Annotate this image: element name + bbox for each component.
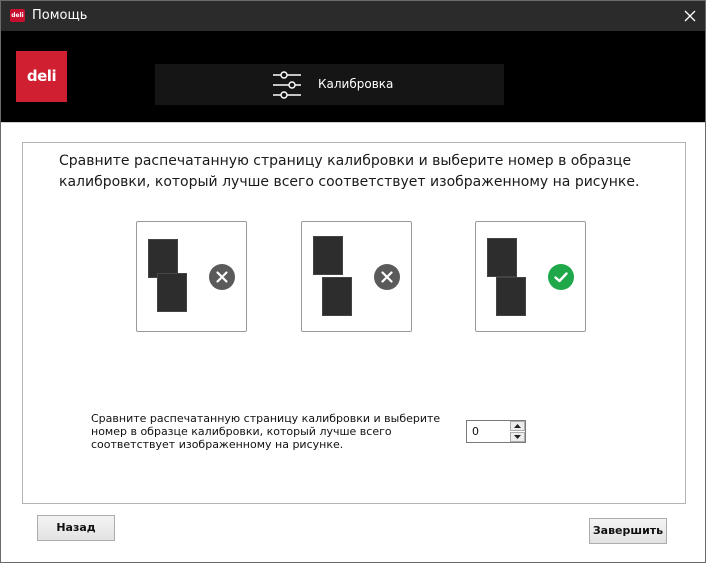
calibration-number-stepper[interactable]: 0	[466, 420, 526, 443]
header-bar: deli Калибровка	[1, 31, 705, 123]
stepper-value[interactable]: 0	[472, 421, 479, 442]
stepper-up-button[interactable]	[510, 421, 525, 431]
sample-block-top	[487, 238, 517, 277]
back-button[interactable]: Назад	[37, 515, 115, 541]
x-circle-icon	[374, 264, 400, 290]
sample-block-bottom	[322, 277, 352, 316]
x-circle-icon	[209, 264, 235, 290]
arrow-up-icon	[514, 424, 521, 428]
sample-block-top	[313, 236, 343, 275]
tab-label: Калибровка	[318, 77, 394, 91]
stepper-down-button[interactable]	[510, 432, 525, 442]
arrow-down-icon	[514, 435, 521, 439]
finish-button[interactable]: Завершить	[589, 518, 667, 544]
calibration-sample-2	[301, 221, 412, 332]
deli-logo: deli	[16, 51, 67, 102]
check-circle-icon	[548, 264, 574, 290]
window-title: Помощь	[32, 8, 88, 23]
calibration-panel: Сравните распечатанную страницу калибров…	[22, 142, 686, 504]
close-icon	[684, 10, 696, 22]
close-button[interactable]	[675, 1, 705, 31]
deli-app-icon: deli	[10, 9, 25, 22]
calibration-sample-1	[136, 221, 247, 332]
calibration-number-label: Сравните распечатанную страницу калибров…	[91, 412, 441, 451]
tab-calibration[interactable]: Калибровка	[155, 64, 504, 105]
title-bar[interactable]: deli Помощь	[1, 1, 705, 31]
help-window: deli Помощь deli Калибровка Сравните рас…	[0, 0, 706, 563]
sample-block-bottom	[157, 273, 187, 312]
sliders-icon	[273, 71, 301, 99]
instruction-text: Сравните распечатанную страницу калибров…	[59, 153, 640, 190]
sample-block-bottom	[496, 277, 526, 316]
calibration-sample-3	[475, 221, 586, 332]
